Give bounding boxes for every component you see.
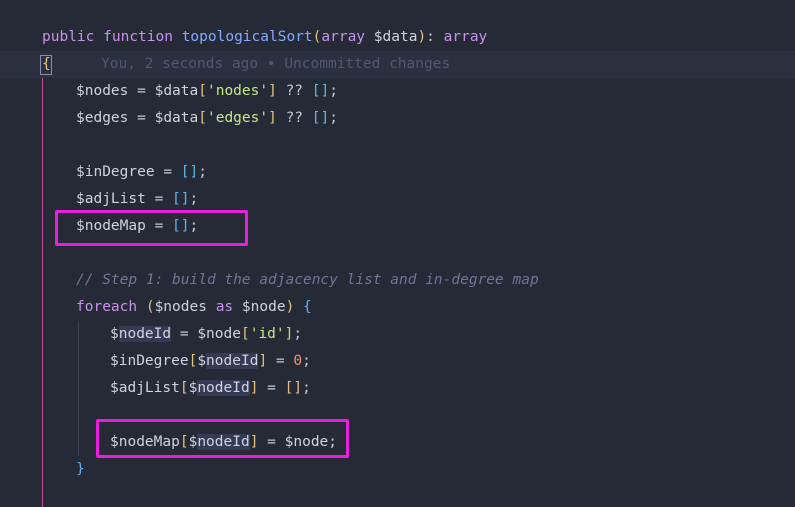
array-close: ]	[320, 110, 330, 126]
code-line-close-brace[interactable]: }	[0, 456, 795, 483]
function-name: topologicalSort	[181, 29, 313, 45]
bracket-close: ]	[258, 353, 268, 369]
var-data: $data	[154, 110, 199, 126]
brace-close: }	[76, 461, 85, 477]
assign-op: =	[137, 83, 146, 99]
code-line-open-brace[interactable]: { You, 2 seconds ago • Uncommitted chang…	[0, 51, 795, 78]
keyword-function: function	[103, 29, 173, 45]
var-node: $node	[241, 299, 286, 315]
var-node: $node	[197, 326, 241, 342]
keyword-as: as	[215, 299, 234, 315]
var-indegree: $inDegree	[76, 164, 155, 180]
param-name: $data	[373, 29, 418, 45]
code-line-indegree-set[interactable]: $inDegree[$nodeId] = 0;	[0, 348, 795, 375]
semicolon: ;	[329, 110, 338, 126]
var-data: $data	[154, 83, 199, 99]
brace-open: {	[303, 299, 312, 315]
code-line-nodeid[interactable]: $nodeId = $node['id'];	[0, 321, 795, 348]
assign-op: =	[267, 380, 276, 396]
string-key: 'edges'	[206, 110, 269, 126]
return-type: array	[443, 29, 488, 45]
null-coalesce-op: ??	[285, 83, 304, 99]
paren-close: )	[285, 299, 295, 315]
array-close: ]	[180, 191, 190, 207]
bracket-close: ]	[249, 380, 259, 396]
assign-op: =	[275, 353, 285, 369]
code-line-nodes[interactable]: $nodes = $data['nodes'] ?? [];	[0, 78, 795, 105]
assign-op: =	[154, 191, 164, 207]
bracket-open: [	[240, 326, 250, 342]
array-open: [	[311, 110, 321, 126]
semicolon: ;	[293, 326, 303, 342]
colon: :	[426, 29, 435, 45]
git-blame-annotation: You, 2 seconds ago • Uncommitted changes	[101, 56, 451, 72]
var-nodes: $nodes	[76, 83, 129, 99]
bracket-open: [	[198, 83, 207, 99]
dollar-sign: $	[188, 380, 198, 396]
var-indegree: $inDegree	[110, 353, 189, 369]
number-literal: 0	[293, 353, 303, 369]
semicolon: ;	[329, 83, 338, 99]
string-key: 'nodes'	[206, 83, 269, 99]
bracket-open: [	[188, 353, 198, 369]
param-type: array	[321, 29, 366, 45]
comment-step-1: // Step 1: build the adjacency list and …	[76, 272, 539, 288]
array-open: [	[172, 191, 181, 207]
bracket-open: [	[198, 110, 207, 126]
highlight-box-nodemap-assignment	[96, 419, 349, 458]
assign-op: =	[163, 164, 173, 180]
paren-close: )	[417, 29, 427, 45]
code-line-adjlist[interactable]: $adjList = [];	[0, 186, 795, 213]
paren-open: (	[145, 299, 155, 315]
var-nodeid-highlighted: nodeId	[197, 380, 250, 396]
code-line-edges[interactable]: $edges = $data['edges'] ?? [];	[0, 105, 795, 132]
var-edges: $edges	[76, 110, 129, 126]
code-line-foreach[interactable]: foreach ($nodes as $node) {	[0, 294, 795, 321]
var-adjlist: $adjList	[76, 191, 146, 207]
keyword-public: public	[42, 29, 95, 45]
array-close: ]	[320, 83, 330, 99]
code-line-indegree[interactable]: $inDegree = [];	[0, 159, 795, 186]
assign-op: =	[179, 326, 189, 342]
var-nodes: $nodes	[154, 299, 207, 315]
semicolon: ;	[302, 353, 311, 369]
assign-op: =	[137, 110, 146, 126]
array-open: [	[311, 83, 321, 99]
array-open: [	[180, 164, 190, 180]
var-nodeid-highlighted: nodeId	[118, 326, 172, 342]
array-close: ]	[293, 380, 303, 396]
bracket-close: ]	[268, 110, 277, 126]
var-adjlist: $adjList	[110, 380, 180, 396]
code-editor[interactable]: public function topologicalSort ( array $d…	[0, 0, 795, 507]
dollar-sign: $	[197, 353, 207, 369]
semicolon: ;	[198, 164, 207, 180]
code-line-signature[interactable]: public function topologicalSort(array $d…	[0, 24, 795, 51]
highlight-box-nodemap-declaration	[55, 210, 248, 246]
bracket-close: ]	[268, 83, 277, 99]
code-line-adjlist-set[interactable]: $adjList[$nodeId] = [];	[0, 375, 795, 402]
keyword-foreach: foreach	[76, 299, 138, 315]
bracket-match-box	[40, 55, 52, 75]
dollar-sign: $	[110, 326, 119, 342]
var-nodeid-highlighted: nodeId	[206, 353, 259, 369]
semicolon: ;	[189, 191, 199, 207]
bracket-open: [	[179, 380, 189, 396]
code-line-comment[interactable]: // Step 1: build the adjacency list and …	[0, 267, 795, 294]
null-coalesce-op: ??	[285, 110, 304, 126]
string-key: 'id'	[249, 326, 285, 342]
semicolon: ;	[302, 380, 311, 396]
array-close: ]	[189, 164, 199, 180]
